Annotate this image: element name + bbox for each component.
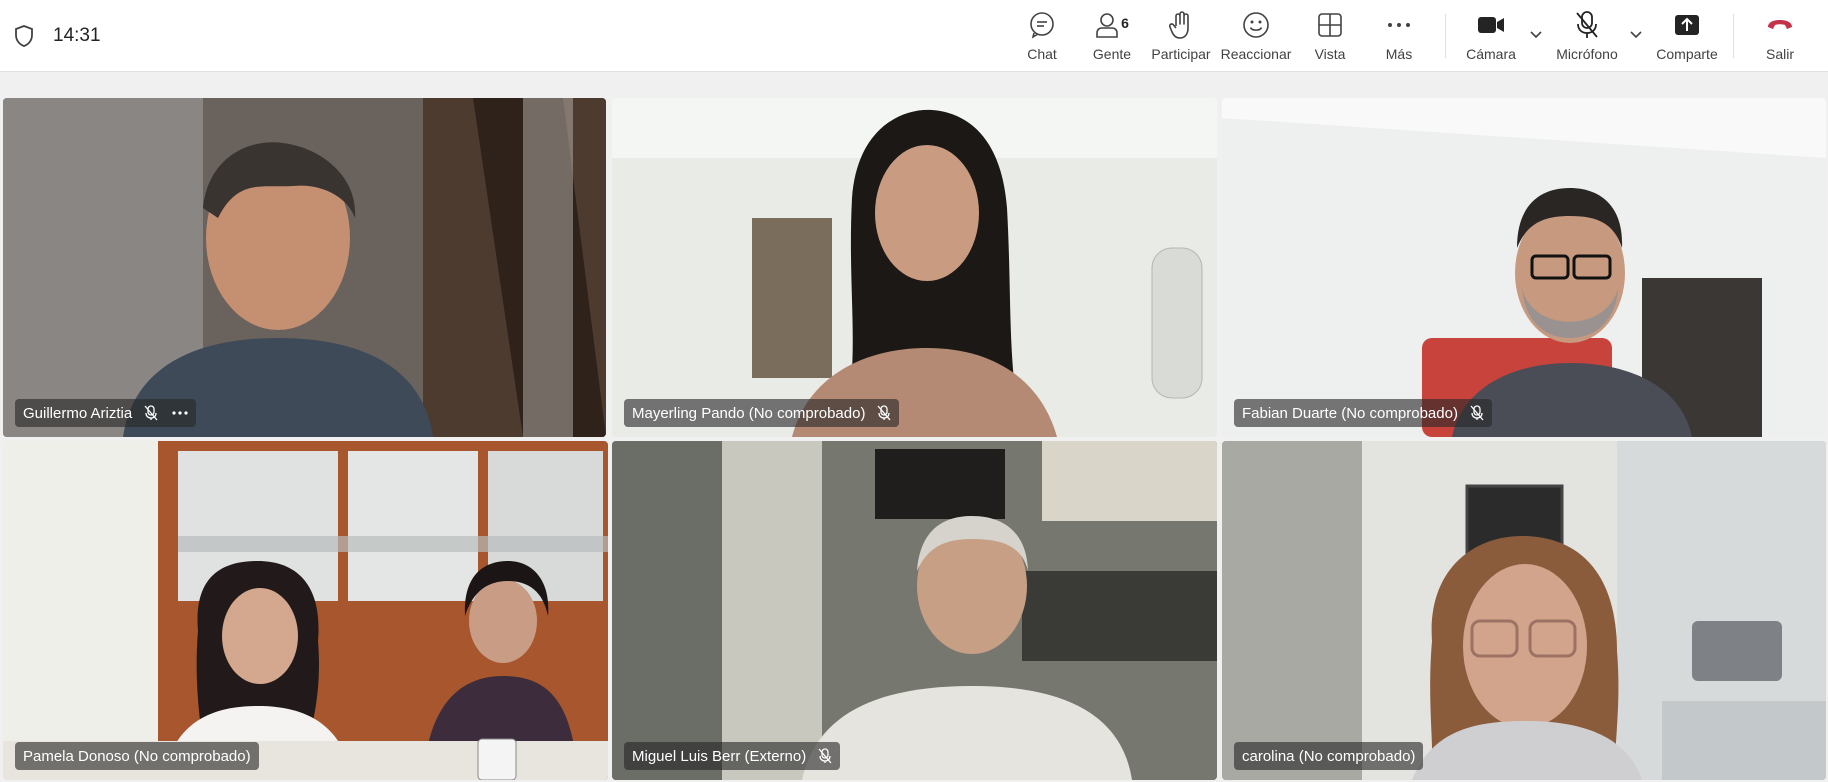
raise-hand-label: Participar xyxy=(1151,46,1211,62)
participant-video xyxy=(612,441,1217,780)
camera-label: Cámara xyxy=(1466,46,1516,62)
meeting-toolbar: 14:31 Chat 6 Gente Participar Reaccionar… xyxy=(0,0,1828,72)
leave-label: Salir xyxy=(1765,46,1794,62)
participant-nameplate: Guillermo Ariztia xyxy=(15,399,197,427)
participant-nameplate: carolina (No comprobado) xyxy=(1234,742,1424,770)
react-button[interactable]: Reaccionar xyxy=(1220,8,1292,68)
participant-video xyxy=(3,441,608,780)
more-icon xyxy=(1386,8,1412,42)
video-tile[interactable]: Mayerling Pando (No comprobado) xyxy=(612,98,1217,437)
participant-name: Mayerling Pando (No comprobado) xyxy=(632,404,866,422)
more-label: Más xyxy=(1385,46,1413,62)
raise-hand-button[interactable]: Participar xyxy=(1151,8,1211,68)
participant-video xyxy=(1222,441,1826,780)
video-tile[interactable]: Pamela Donoso (No comprobado) xyxy=(3,441,608,780)
participant-name: carolina (No comprobado) xyxy=(1242,747,1416,765)
camera-options-chevron-icon[interactable] xyxy=(1528,26,1544,42)
share-label: Comparte xyxy=(1656,46,1718,62)
toolbar-divider xyxy=(1445,14,1446,58)
participant-video xyxy=(612,98,1217,437)
video-tile[interactable]: Guillermo Ariztia xyxy=(3,98,606,437)
participant-name: Pamela Donoso (No comprobado) xyxy=(23,747,251,765)
hand-icon xyxy=(1168,8,1194,42)
chat-button[interactable]: Chat xyxy=(1024,8,1060,68)
mic-off-icon xyxy=(1574,8,1600,42)
people-label: Gente xyxy=(1092,46,1132,62)
microphone-options-chevron-icon[interactable] xyxy=(1628,26,1644,42)
camera-button[interactable]: Cámara xyxy=(1466,8,1516,68)
participant-name: Fabian Duarte (No comprobado) xyxy=(1242,404,1458,422)
mic-muted-icon xyxy=(144,405,158,421)
mic-muted-icon xyxy=(1470,405,1484,421)
chat-label: Chat xyxy=(1027,46,1057,62)
people-button[interactable]: 6 Gente xyxy=(1090,8,1134,68)
participant-nameplate: Fabian Duarte (No comprobado) xyxy=(1234,399,1492,427)
microphone-label: Micrófono xyxy=(1556,46,1618,62)
more-options-icon[interactable] xyxy=(172,411,188,415)
share-button[interactable]: Comparte xyxy=(1656,8,1718,68)
view-label: Vista xyxy=(1314,46,1346,62)
video-tile-active-speaker[interactable]: carolina (No comprobado) xyxy=(1222,441,1826,780)
toolbar-divider xyxy=(1733,14,1734,58)
video-tile[interactable]: Fabian Duarte (No comprobado) xyxy=(1222,98,1826,437)
grid-icon xyxy=(1317,8,1343,42)
people-count: 6 xyxy=(1121,15,1129,31)
more-button[interactable]: Más xyxy=(1381,8,1417,68)
participant-video xyxy=(3,98,606,437)
camera-icon xyxy=(1477,8,1505,42)
mic-muted-icon xyxy=(877,405,891,421)
participant-video xyxy=(1222,98,1826,437)
view-button[interactable]: Vista xyxy=(1312,8,1348,68)
leave-button[interactable]: Salir xyxy=(1762,8,1798,68)
meeting-timer: 14:31 xyxy=(53,25,101,46)
mic-muted-icon xyxy=(818,748,832,764)
chat-icon xyxy=(1028,8,1056,42)
video-tile[interactable]: Miguel Luis Berr (Externo) xyxy=(612,441,1217,780)
react-label: Reaccionar xyxy=(1220,46,1292,62)
hang-up-icon xyxy=(1766,8,1794,42)
participant-name: Miguel Luis Berr (Externo) xyxy=(632,747,807,765)
people-icon xyxy=(1096,13,1118,38)
participant-nameplate: Mayerling Pando (No comprobado) xyxy=(624,399,900,427)
microphone-button[interactable]: Micrófono xyxy=(1553,8,1621,68)
participant-nameplate: Miguel Luis Berr (Externo) xyxy=(624,742,841,770)
participant-nameplate: Pamela Donoso (No comprobado) xyxy=(15,742,259,770)
share-icon xyxy=(1674,8,1700,42)
participant-name: Guillermo Ariztia xyxy=(23,404,133,422)
shield-icon xyxy=(15,25,33,47)
smile-icon xyxy=(1242,8,1270,42)
